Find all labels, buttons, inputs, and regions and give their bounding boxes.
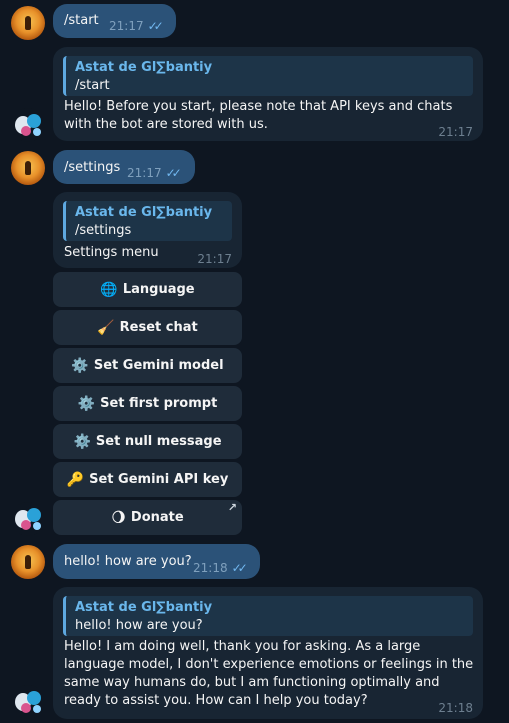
message-text: /start	[64, 13, 99, 28]
keyboard-button-label: Set first prompt	[100, 396, 218, 411]
read-checkmarks-icon: ✓✓	[165, 166, 182, 180]
reply-text: hello! how are you?	[75, 618, 203, 633]
read-checkmarks-icon: ✓✓	[231, 561, 248, 575]
gear-icon: ⚙️	[77, 395, 96, 412]
outgoing-message[interactable]: hello! how are you? 21:18 ✓✓	[53, 544, 260, 579]
message-time: 21:17 ✓✓	[127, 166, 182, 180]
keyboard-button-label: Donate	[130, 510, 184, 525]
keyboard-button-language[interactable]: 🌐 Language	[53, 272, 242, 307]
keyboard-button-reset-chat[interactable]: 🧹 Reset chat	[53, 310, 242, 345]
keyboard-button-label: Reset chat	[119, 320, 198, 335]
gear-icon: ⚙️	[73, 433, 91, 450]
reply-text: /start	[75, 78, 110, 93]
message-text: Hello! Before you start, please note tha…	[64, 99, 453, 132]
gear-icon: ⚙️	[71, 357, 89, 374]
external-link-arrow-icon: ↗	[227, 501, 237, 514]
keyboard-button-label: Set null message	[95, 434, 222, 449]
reply-text: /settings	[75, 223, 132, 238]
moon-icon: 🌖	[111, 509, 126, 526]
keyboard-button-label: Language	[122, 282, 195, 297]
message-time: 21:18 ✓✓	[193, 561, 248, 575]
reply-quote[interactable]: Astat de Gl∑bantiy /start	[63, 56, 473, 96]
incoming-message[interactable]: Astat de Gl∑bantiy /settings Settings me…	[53, 192, 242, 268]
keyboard-button-set-null-message[interactable]: ⚙️ Set null message	[53, 424, 242, 459]
user-avatar[interactable]	[11, 6, 45, 40]
keyboard-button-set-gemini-model[interactable]: ⚙️ Set Gemini model	[53, 348, 242, 383]
message-time: 21:17	[438, 125, 473, 139]
incoming-message[interactable]: Astat de Gl∑bantiy /start Hello! Before …	[53, 47, 483, 141]
user-avatar[interactable]	[11, 545, 45, 579]
keyboard-button-donate[interactable]: 🌖 Donate ↗	[53, 500, 242, 535]
read-checkmarks-icon: ✓✓	[147, 19, 164, 33]
user-avatar[interactable]	[11, 151, 45, 185]
broom-icon: 🧹	[97, 319, 115, 336]
reply-author: Astat de Gl∑bantiy	[75, 205, 213, 220]
message-text: Settings menu	[64, 245, 159, 260]
reply-quote[interactable]: Astat de Gl∑bantiy hello! how are you?	[63, 596, 473, 636]
bot-avatar[interactable]	[11, 108, 45, 142]
incoming-message[interactable]: Astat de Gl∑bantiy hello! how are you? H…	[53, 587, 483, 719]
message-time: 21:17	[197, 252, 232, 266]
message-time: 21:18	[438, 701, 473, 715]
globe-icon: 🌐	[100, 281, 118, 298]
message-time: 21:17 ✓✓	[109, 19, 164, 33]
message-text: /settings	[64, 160, 121, 175]
bot-avatar[interactable]	[11, 502, 45, 536]
keyboard-button-set-gemini-api-key[interactable]: 🔑 Set Gemini API key	[53, 462, 242, 497]
reply-author: Astat de Gl∑bantiy	[75, 600, 213, 615]
keyboard-button-set-first-prompt[interactable]: ⚙️ Set first prompt	[53, 386, 242, 421]
key-icon: 🔑	[66, 471, 85, 488]
reply-author: Astat de Gl∑bantiy	[75, 60, 213, 75]
outgoing-message[interactable]: /settings 21:17 ✓✓	[53, 150, 195, 184]
message-text: Hello! I am doing well, thank you for as…	[64, 639, 474, 708]
bot-avatar[interactable]	[11, 685, 45, 719]
message-text: hello! how are you?	[64, 554, 192, 569]
reply-quote[interactable]: Astat de Gl∑bantiy /settings	[63, 201, 232, 241]
keyboard-button-label: Set Gemini model	[93, 358, 224, 373]
keyboard-button-label: Set Gemini API key	[89, 472, 229, 487]
outgoing-message[interactable]: /start 21:17 ✓✓	[53, 4, 176, 38]
